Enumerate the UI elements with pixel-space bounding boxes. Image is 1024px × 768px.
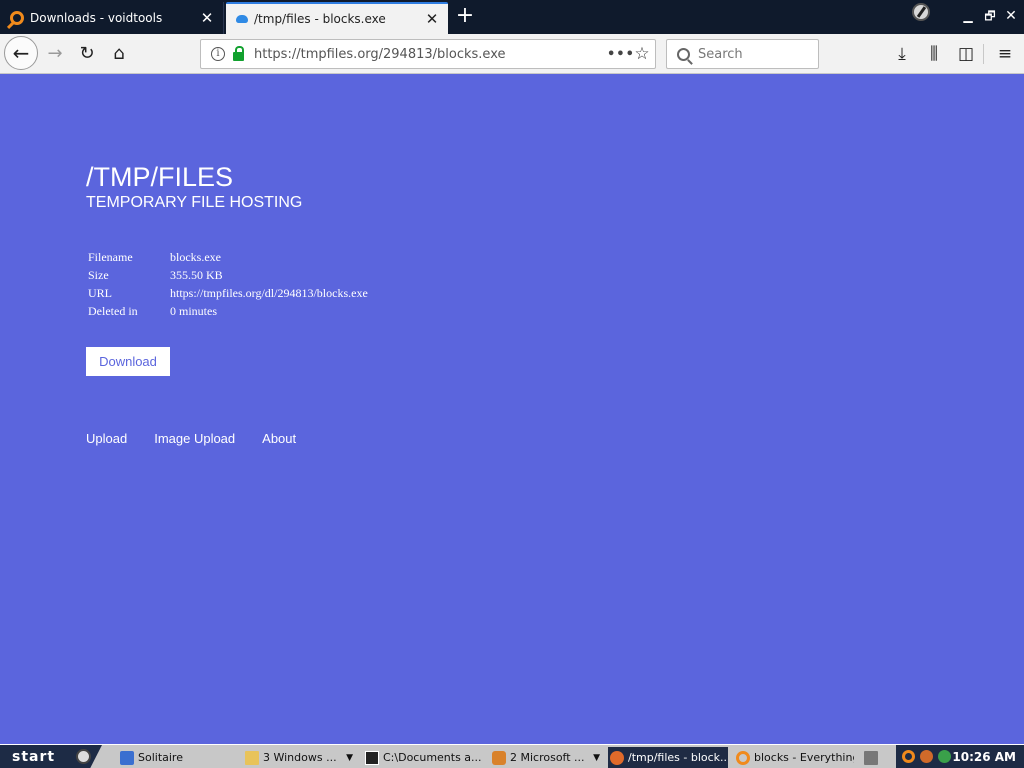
about-link[interactable]: About bbox=[262, 431, 296, 446]
search-icon bbox=[736, 750, 750, 765]
filename-value: blocks.exe bbox=[170, 249, 221, 264]
hamburger-menu-icon[interactable]: ≡ bbox=[990, 39, 1020, 69]
library-icon[interactable]: ⫼ bbox=[919, 39, 949, 69]
downloads-icon[interactable]: ⤓ bbox=[887, 39, 917, 69]
page-actions-icon[interactable]: ••• bbox=[607, 47, 634, 62]
table-row: URL https://tmpfiles.org/dl/294813/block… bbox=[86, 284, 370, 302]
taskbar-item-everything[interactable]: blocks - Everything bbox=[734, 747, 854, 768]
url-label: URL bbox=[88, 285, 112, 300]
search-placeholder: Search bbox=[698, 46, 743, 62]
solitaire-icon bbox=[120, 750, 134, 765]
table-row: Deleted in 0 minutes bbox=[86, 302, 370, 320]
search-icon bbox=[10, 11, 24, 25]
back-button[interactable]: ← bbox=[4, 36, 38, 70]
file-info-table: Filename blocks.exe Size 355.50 KB URL h… bbox=[86, 248, 370, 320]
taskbar-item-label: Solitaire bbox=[138, 751, 183, 764]
new-tab-button[interactable]: + bbox=[452, 4, 478, 30]
taskbar: start Solitaire 3 Windows ... ▼ C:\Docum… bbox=[0, 744, 1024, 768]
download-button[interactable]: Download bbox=[86, 347, 170, 376]
image-upload-link[interactable]: Image Upload bbox=[154, 431, 235, 446]
tab-downloads-voidtools[interactable]: Downloads - voidtools ✕ bbox=[0, 2, 224, 34]
upload-link[interactable]: Upload bbox=[86, 431, 127, 446]
address-bar[interactable]: i https://tmpfiles.org/294813/blocks.exe… bbox=[200, 39, 656, 69]
keyboard-icon[interactable] bbox=[862, 747, 882, 768]
taskbar-item-label: 2 Microsoft ... bbox=[510, 751, 585, 764]
deleted-in-value: 0 minutes bbox=[170, 303, 217, 318]
tray-app-icon[interactable] bbox=[920, 750, 933, 763]
page-title: /TMP/FILES bbox=[86, 162, 234, 192]
search-input[interactable]: Search bbox=[666, 39, 819, 69]
keyboard-icon bbox=[864, 750, 878, 765]
system-tray: 10:26 AM bbox=[896, 745, 1024, 768]
home-button[interactable]: ⌂ bbox=[104, 39, 134, 69]
taskbar-item-tmpfiles[interactable]: /tmp/files - block... bbox=[608, 747, 728, 768]
info-icon[interactable]: i bbox=[211, 47, 225, 61]
taskbar-item-label: C:\Documents a... bbox=[383, 751, 481, 764]
taskbar-item-label: blocks - Everything bbox=[754, 751, 854, 764]
taskbar-item-microsoft[interactable]: 2 Microsoft ... ▼ bbox=[490, 747, 604, 768]
taskbar-item-documents[interactable]: C:\Documents a... bbox=[363, 747, 481, 768]
page-content: /TMP/FILES TEMPORARY FILE HOSTING Filena… bbox=[0, 75, 1024, 744]
reload-button[interactable]: ↻ bbox=[72, 39, 102, 69]
tab-strip: Downloads - voidtools ✕ /tmp/files - blo… bbox=[0, 0, 1024, 34]
window-close-button[interactable]: ✕ bbox=[1000, 6, 1022, 28]
forward-button[interactable]: → bbox=[40, 39, 70, 69]
7zip-icon bbox=[365, 750, 379, 765]
filename-label: Filename bbox=[88, 249, 133, 264]
close-icon[interactable]: ✕ bbox=[422, 10, 442, 28]
sidebar-icon[interactable]: ◫ bbox=[951, 39, 981, 69]
search-icon bbox=[677, 47, 690, 61]
bookmark-star-icon[interactable]: ☆ bbox=[629, 44, 655, 64]
deleted-in-label: Deleted in bbox=[88, 303, 138, 318]
size-value: 355.50 KB bbox=[170, 267, 223, 282]
badge-icon bbox=[912, 3, 930, 21]
tab-tmp-files[interactable]: /tmp/files - blocks.exe ✕ bbox=[226, 2, 448, 34]
url-text[interactable]: https://tmpfiles.org/294813/blocks.exe bbox=[254, 47, 607, 62]
folder-icon bbox=[245, 750, 259, 765]
page-subtitle: TEMPORARY FILE HOSTING bbox=[86, 194, 303, 211]
chevron-down-icon: ▼ bbox=[346, 752, 353, 763]
tab-title: /tmp/files - blocks.exe bbox=[254, 12, 386, 26]
tray-network-icon[interactable] bbox=[938, 750, 951, 763]
url-value: https://tmpfiles.org/dl/294813/blocks.ex… bbox=[170, 285, 368, 300]
office-icon bbox=[492, 750, 506, 765]
table-row: Size 355.50 KB bbox=[86, 266, 370, 284]
navigation-toolbar: ← → ↻ ⌂ i https://tmpfiles.org/294813/bl… bbox=[0, 34, 1024, 74]
chevron-down-icon: ▼ bbox=[593, 752, 600, 763]
size-label: Size bbox=[88, 267, 109, 282]
maximize-button[interactable]: 🗗 bbox=[980, 6, 1000, 28]
table-row: Filename blocks.exe bbox=[86, 248, 370, 266]
taskbar-item-label: 3 Windows ... bbox=[263, 751, 337, 764]
firefox-icon bbox=[610, 750, 624, 765]
cloud-upload-icon bbox=[236, 15, 248, 23]
toolbar-divider bbox=[983, 44, 984, 64]
search-icon[interactable] bbox=[902, 750, 915, 763]
minimize-button[interactable]: ▁ bbox=[958, 6, 978, 28]
footer-links: Upload Image Upload About bbox=[86, 431, 323, 446]
taskbar-item-label: /tmp/files - block... bbox=[628, 751, 728, 764]
taskbar-item-solitaire[interactable]: Solitaire bbox=[118, 747, 234, 768]
tab-title: Downloads - voidtools bbox=[30, 11, 163, 25]
clock[interactable]: 10:26 AM bbox=[952, 745, 1016, 768]
lock-icon bbox=[233, 45, 244, 61]
close-icon[interactable]: ✕ bbox=[197, 9, 217, 27]
taskbar-item-windows[interactable]: 3 Windows ... ▼ bbox=[243, 747, 357, 768]
start-badge-icon bbox=[76, 749, 91, 764]
